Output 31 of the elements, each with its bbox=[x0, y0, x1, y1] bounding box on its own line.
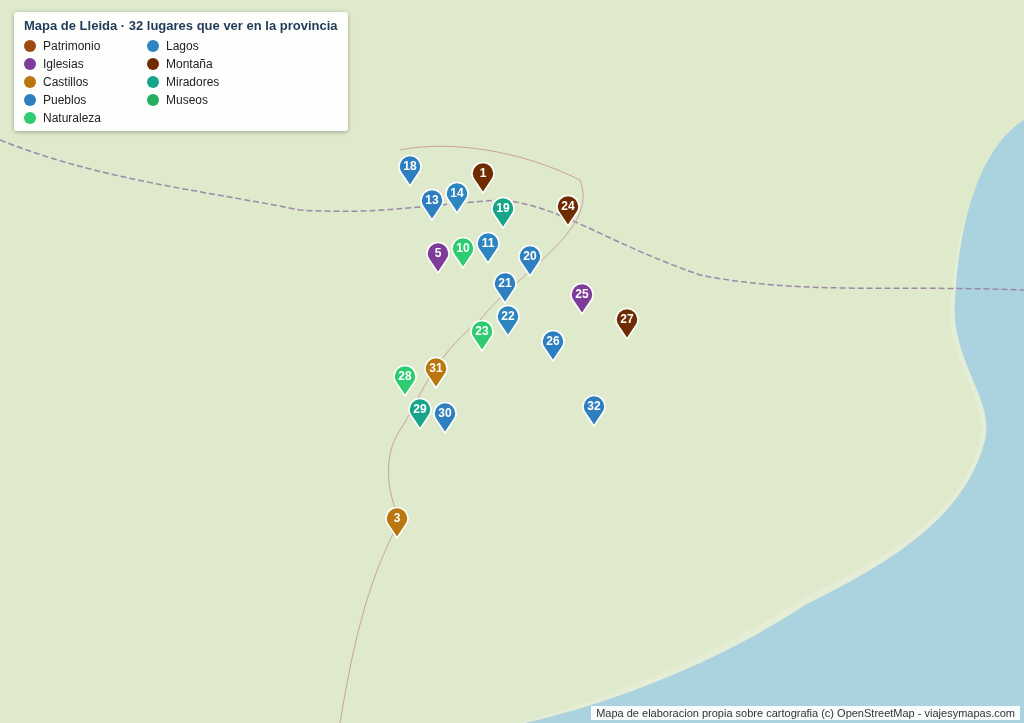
legend-label: Miradores bbox=[166, 75, 220, 89]
map-pin[interactable]: 22 bbox=[496, 305, 520, 337]
map-attribution: Mapa de elaboracion propia sobre cartografia (c) OpenStreetMap - viajesymapas.com bbox=[591, 706, 1020, 720]
legend-label: Pueblos bbox=[43, 93, 87, 107]
map-pin[interactable]: 19 bbox=[491, 197, 515, 229]
legend-label: Iglesias bbox=[43, 57, 84, 71]
legend-label: Naturaleza bbox=[43, 111, 102, 125]
map-pin[interactable]: 14 bbox=[445, 182, 469, 214]
map-pin[interactable]: 24 bbox=[556, 195, 580, 227]
map-pin[interactable]: 5 bbox=[426, 242, 450, 274]
map-pin[interactable]: 11 bbox=[476, 232, 500, 264]
map-pin[interactable]: 32 bbox=[582, 395, 606, 427]
map-pin[interactable]: 20 bbox=[518, 245, 542, 277]
legend-label: Lagos bbox=[166, 39, 199, 53]
map-pin[interactable]: 31 bbox=[424, 357, 448, 389]
map-pin[interactable]: 25 bbox=[570, 283, 594, 315]
legend-label: Patrimonio bbox=[43, 39, 101, 53]
legend-label: Museos bbox=[166, 93, 209, 107]
map-pin[interactable]: 1 bbox=[471, 162, 495, 194]
map-pin[interactable]: 18 bbox=[398, 155, 422, 187]
map-drawing[interactable] bbox=[0, 0, 1024, 723]
map-pin[interactable]: 3 bbox=[385, 507, 409, 539]
map-pin[interactable]: 29 bbox=[408, 398, 432, 430]
legend-title: Mapa de Lleida · 32 lugares que ver en la provincia bbox=[24, 18, 338, 33]
map-pin[interactable]: 26 bbox=[541, 330, 565, 362]
map-pin[interactable]: 13 bbox=[420, 189, 444, 221]
map-pin[interactable]: 30 bbox=[433, 402, 457, 434]
map-pin[interactable]: 27 bbox=[615, 308, 639, 340]
map-pin[interactable]: 21 bbox=[493, 272, 517, 304]
legend-label: Castillos bbox=[43, 75, 89, 89]
legend-label: Montaña bbox=[166, 57, 213, 71]
